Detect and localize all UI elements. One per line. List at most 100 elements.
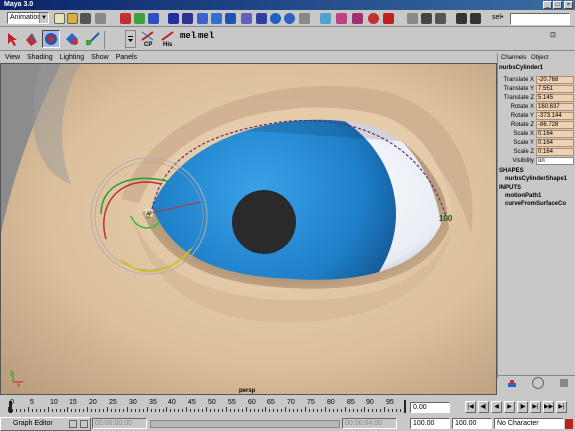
mel-shelf-button-2[interactable]: mel bbox=[198, 31, 214, 41]
clapper-icon[interactable] bbox=[456, 13, 467, 24]
end-frame-field[interactable]: 100.00 bbox=[452, 418, 492, 429]
select-by-component-icon[interactable] bbox=[134, 13, 145, 24]
channel-row[interactable]: Rotate X 160.637 bbox=[498, 103, 575, 111]
channel-value[interactable]: 0.164 bbox=[536, 139, 574, 147]
go-to-start-button[interactable]: |◀ bbox=[465, 401, 476, 413]
channel-value[interactable]: -86.728 bbox=[536, 121, 574, 129]
play-backward-button[interactable]: ◀ bbox=[491, 401, 502, 413]
channel-row[interactable]: Translate Y 7.551 bbox=[498, 85, 575, 93]
help-icon[interactable] bbox=[284, 13, 295, 24]
channel-row[interactable]: Rotate Y -373.144 bbox=[498, 112, 575, 120]
open-scene-icon[interactable] bbox=[67, 13, 78, 24]
channel-value[interactable]: 0.164 bbox=[536, 148, 574, 156]
lasso-tool-icon[interactable] bbox=[22, 30, 40, 48]
menu-panels[interactable]: Panels bbox=[116, 53, 137, 63]
channel-value[interactable]: 7.551 bbox=[536, 85, 574, 93]
make-live-icon[interactable] bbox=[368, 13, 379, 24]
scale-tool-icon[interactable] bbox=[84, 30, 102, 48]
render-icon[interactable] bbox=[407, 13, 418, 24]
snap-curve-icon[interactable] bbox=[320, 13, 331, 24]
auto-key-icon[interactable] bbox=[565, 419, 573, 429]
start-frame-field[interactable]: 100.00 bbox=[410, 418, 450, 429]
clapper-ipr-icon[interactable] bbox=[470, 13, 481, 24]
snap-grid-icon[interactable] bbox=[299, 13, 310, 24]
mask-curves-icon[interactable] bbox=[197, 13, 208, 24]
mel-shelf-button-1[interactable]: mel bbox=[180, 31, 196, 41]
layer-new-icon[interactable] bbox=[506, 377, 518, 389]
last-frame-button[interactable]: ▶| bbox=[556, 401, 567, 413]
channel-value[interactable]: on bbox=[536, 157, 574, 165]
move-tool-icon[interactable] bbox=[42, 30, 60, 48]
channel-value[interactable]: 5.145 bbox=[536, 94, 574, 102]
channel-value[interactable]: 160.637 bbox=[536, 103, 574, 111]
mask-surfaces-icon[interactable] bbox=[211, 13, 222, 24]
menu-lighting[interactable]: Lighting bbox=[60, 53, 85, 63]
menu-shading[interactable]: Shading bbox=[27, 53, 53, 63]
next-key-button[interactable]: ▶▶ bbox=[543, 401, 554, 413]
channel-row[interactable]: Translate Z 5.145 bbox=[498, 94, 575, 102]
task-close-icon[interactable] bbox=[80, 420, 88, 428]
select-tool-icon[interactable] bbox=[3, 30, 21, 48]
new-scene-icon[interactable] bbox=[54, 13, 65, 24]
channel-value[interactable]: -20.768 bbox=[536, 76, 574, 84]
step-forward-button[interactable]: |▶ bbox=[517, 401, 528, 413]
channel-value[interactable]: -373.144 bbox=[536, 112, 574, 120]
snap-view-plane-icon[interactable] bbox=[352, 13, 363, 24]
shelf-options-icon[interactable]: ⊡ bbox=[550, 31, 556, 39]
channel-row[interactable]: Visibility on bbox=[498, 157, 575, 165]
channel-row[interactable]: Scale Z 0.164 bbox=[498, 148, 575, 156]
history-icon[interactable] bbox=[383, 13, 394, 24]
save-scene-icon[interactable] bbox=[80, 13, 91, 24]
selection-input[interactable] bbox=[510, 13, 570, 25]
go-to-end-button[interactable]: ▶| bbox=[530, 401, 541, 413]
mask-handles-icon[interactable] bbox=[168, 13, 179, 24]
channel-row[interactable]: Rotate Z -86.728 bbox=[498, 121, 575, 129]
time-slider[interactable]: 05101520253035404550556065707580859095 0… bbox=[0, 397, 575, 417]
graph-editor-task[interactable]: Graph Editor bbox=[0, 417, 91, 431]
layer-options-icon[interactable] bbox=[532, 377, 544, 389]
channel-row[interactable]: Scale Y 0.164 bbox=[498, 139, 575, 147]
tab-channels[interactable]: Channels bbox=[501, 55, 526, 61]
layout-dropdown-icon[interactable] bbox=[125, 30, 136, 48]
perspective-viewport[interactable]: 0 100 x y persp bbox=[0, 63, 497, 395]
menu-show[interactable]: Show bbox=[91, 53, 109, 63]
menu-view[interactable]: View bbox=[5, 53, 20, 63]
snap-point-icon[interactable] bbox=[336, 13, 347, 24]
mask-deformations-icon[interactable] bbox=[225, 13, 236, 24]
mask-rendering-icon[interactable] bbox=[256, 13, 267, 24]
minimize-button[interactable]: _ bbox=[543, 1, 552, 9]
step-back-button[interactable]: ◀| bbox=[478, 401, 489, 413]
rotate-tool-icon[interactable] bbox=[63, 30, 81, 48]
input-node[interactable]: curveFromSurfaceCo bbox=[505, 201, 566, 207]
start-time-field[interactable]: 00:00:00:00 bbox=[92, 418, 147, 429]
current-time-marker[interactable] bbox=[9, 401, 12, 413]
maximize-button[interactable]: □ bbox=[553, 1, 562, 9]
ipr-render-icon[interactable] bbox=[421, 13, 432, 24]
range-bar[interactable] bbox=[150, 420, 340, 428]
character-set-field[interactable]: No Character bbox=[494, 418, 564, 429]
tab-object[interactable]: Object bbox=[531, 55, 548, 61]
mask-misc-icon[interactable] bbox=[270, 13, 281, 24]
input-node[interactable]: motionPath1 bbox=[505, 193, 541, 199]
channel-row[interactable]: Scale X 0.164 bbox=[498, 130, 575, 138]
mask-icon[interactable] bbox=[148, 13, 159, 24]
object-name[interactable]: nurbsCylinder1 bbox=[499, 65, 543, 71]
play-forward-button[interactable]: ▶ bbox=[504, 401, 515, 413]
channel-row[interactable]: Translate X -20.768 bbox=[498, 76, 575, 84]
render-globals-icon[interactable] bbox=[435, 13, 446, 24]
close-button[interactable]: × bbox=[564, 1, 573, 9]
current-frame-field[interactable]: 0.00 bbox=[410, 402, 450, 413]
end-time-field[interactable]: 00:00:04:00 bbox=[342, 418, 397, 429]
shape-node[interactable]: nurbsCylinderShape1 bbox=[505, 176, 567, 182]
channel-label: Rotate X bbox=[510, 104, 534, 110]
task-restore-icon[interactable] bbox=[69, 420, 77, 428]
select-by-object-icon[interactable] bbox=[120, 13, 131, 24]
channel-value[interactable]: 0.164 bbox=[536, 130, 574, 138]
time-minor-tick bbox=[218, 409, 219, 412]
mask-joints-icon[interactable] bbox=[182, 13, 193, 24]
layer-delete-icon[interactable] bbox=[558, 377, 570, 389]
menu-set-dropdown[interactable]: Animation ▼ bbox=[7, 12, 49, 24]
select-mode-hierarchy-icon[interactable] bbox=[95, 13, 106, 24]
time-ruler[interactable]: 05101520253035404550556065707580859095 bbox=[8, 399, 406, 413]
mask-dynamics-icon[interactable] bbox=[241, 13, 252, 24]
